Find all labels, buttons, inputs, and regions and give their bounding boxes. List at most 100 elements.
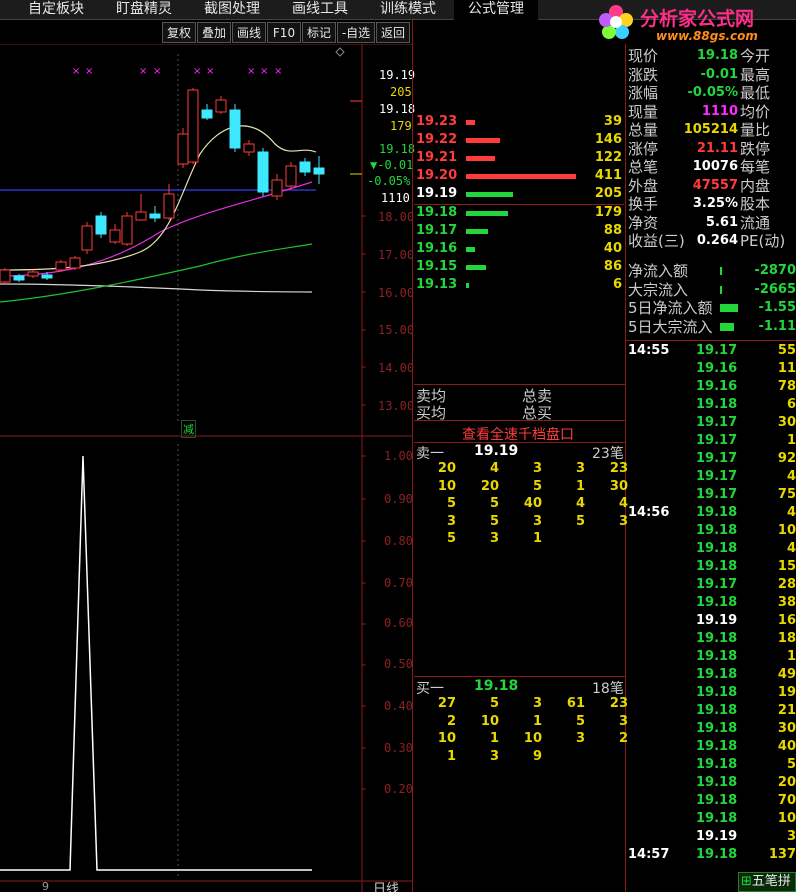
tick-row: 19.18 15 bbox=[626, 558, 796, 576]
tick-row: 19.18 6 bbox=[626, 396, 796, 414]
five-tick-label: 五笔拼 bbox=[751, 874, 791, 889]
overlay-button[interactable]: 叠加 bbox=[197, 22, 231, 43]
svg-text:×: × bbox=[260, 66, 268, 77]
ask-row: 19.23 39 bbox=[414, 114, 624, 132]
menu-screenshot[interactable]: 截图处理 bbox=[190, 0, 274, 20]
period-label[interactable]: 日线 bbox=[373, 878, 399, 892]
tick-volume: 10 bbox=[777, 811, 796, 826]
info-label: 涨幅 bbox=[628, 84, 659, 102]
svg-text:×: × bbox=[85, 66, 93, 77]
ask-row: 19.20 411 bbox=[414, 168, 624, 186]
overlay-vol-2: 179 bbox=[390, 119, 412, 133]
divider bbox=[412, 20, 413, 892]
queue-cell: 1 bbox=[532, 713, 542, 729]
flow-label: 净流入额 bbox=[628, 262, 689, 280]
ask-volume: 122 bbox=[594, 150, 622, 165]
tick-volume: 30 bbox=[777, 415, 796, 430]
bid-price: 19.16 bbox=[416, 241, 458, 256]
overlay-current-vol: 1110 bbox=[381, 191, 410, 205]
info-value: 105214 bbox=[683, 122, 738, 137]
info-value: 1110 bbox=[701, 103, 738, 119]
back-button[interactable]: 返回 bbox=[376, 22, 410, 43]
flow-value: -2870 bbox=[754, 263, 796, 278]
candle-body bbox=[313, 167, 325, 175]
menu-watch-sprite[interactable]: 盯盘精灵 bbox=[102, 0, 186, 20]
info-label: 每笔 bbox=[740, 158, 771, 176]
overlay-price-3: 19.18 bbox=[379, 142, 416, 156]
tick-row: 19.18 4 bbox=[626, 540, 796, 558]
flow-bar bbox=[720, 285, 722, 294]
queue-cell: 1 bbox=[446, 748, 456, 764]
remove-watchlist-button[interactable]: -自选 bbox=[337, 22, 375, 43]
menu-formula-manager[interactable]: 公式管理 bbox=[454, 0, 538, 20]
price-axis-15: 15.00 bbox=[378, 323, 415, 337]
sub-axis-2: 0.90 bbox=[384, 492, 413, 506]
svg-text:×: × bbox=[247, 66, 255, 77]
queue-cell: 30 bbox=[609, 478, 628, 494]
indicator-line bbox=[0, 455, 312, 871]
watermark-logo: 分析家公式网 www.88gs.com bbox=[596, 2, 796, 44]
sub-axis-1: 1.00 bbox=[384, 449, 413, 463]
queue-cell: 3 bbox=[489, 531, 499, 546]
info-value: 5.61 bbox=[705, 214, 738, 230]
candle-body bbox=[229, 109, 241, 149]
info-value: 47557 bbox=[692, 177, 738, 193]
bid-volume-bar bbox=[466, 283, 469, 288]
candle-body bbox=[41, 274, 53, 279]
kline-chart[interactable]: × × × × × × × × × bbox=[0, 44, 412, 892]
bid-volume-bar bbox=[466, 265, 486, 270]
bid-price: 19.18 bbox=[416, 205, 458, 220]
tick-volume: 75 bbox=[777, 487, 796, 502]
queue-cell: 5 bbox=[489, 513, 499, 529]
info-label: 涨停 bbox=[628, 139, 659, 158]
candle-body bbox=[149, 213, 161, 219]
candle-body bbox=[109, 229, 121, 243]
flower-logo-icon bbox=[599, 5, 633, 39]
tick-volume: 70 bbox=[777, 793, 796, 808]
price-axis-13: 13.00 bbox=[378, 399, 415, 413]
info-label: 今开 bbox=[740, 47, 771, 65]
info-label: 总笔 bbox=[628, 158, 659, 176]
tick-price: 19.17 bbox=[696, 415, 738, 430]
info-value: 19.18 bbox=[696, 48, 738, 63]
queue-cell: 4 bbox=[575, 496, 585, 511]
tick-row: 14:56 19.18 4 bbox=[626, 504, 796, 522]
overlay-change-pct: -0.05% bbox=[367, 174, 411, 188]
ask-volume: 411 bbox=[594, 168, 622, 183]
info-label: 外盘 bbox=[628, 176, 659, 195]
info-label: 量比 bbox=[740, 121, 771, 139]
candle-body bbox=[177, 133, 189, 165]
tick-price: 19.18 bbox=[696, 541, 738, 556]
sub-axis-7: 0.40 bbox=[384, 699, 413, 713]
mark-button[interactable]: 标记 bbox=[302, 22, 336, 43]
menu-custom-sector[interactable]: 自定板块 bbox=[14, 0, 98, 20]
sub-axis-9: 0.20 bbox=[384, 782, 413, 796]
queue-cell: 3 bbox=[532, 461, 542, 476]
tick-price: 19.18 bbox=[696, 649, 738, 664]
tick-volume: 6 bbox=[786, 397, 796, 412]
menu-drawing-tools[interactable]: 画线工具 bbox=[278, 0, 362, 20]
bid-volume-bar bbox=[466, 247, 475, 252]
f10-button[interactable]: F10 bbox=[267, 22, 301, 43]
ask-volume-bar bbox=[466, 174, 576, 179]
restore-rights-button[interactable]: 复权 bbox=[162, 22, 196, 43]
five-tick-button[interactable]: ⊞五笔拼 bbox=[738, 872, 796, 892]
tick-price: 19.18 bbox=[696, 667, 738, 682]
full-depth-link[interactable]: 查看全速千档盘口 bbox=[462, 424, 574, 444]
price-axis-14: 14.00 bbox=[378, 361, 415, 375]
ask-price: 19.20 bbox=[416, 168, 458, 183]
bid-volume-bar bbox=[466, 211, 508, 216]
flow-value: -1.55 bbox=[758, 300, 796, 315]
tick-volume: 30 bbox=[777, 721, 796, 736]
bid-row: 19.18 179 bbox=[414, 205, 624, 223]
overlay-change: ▼-0.01 bbox=[370, 158, 414, 172]
menu-training-mode[interactable]: 训练模式 bbox=[366, 0, 450, 20]
bid-row: 19.15 86 bbox=[414, 259, 624, 277]
quote-info-panel: 现价 19.18 今开 涨跌 -0.01 最高 涨幅 -0.05% 最低 现量 1110 均价 总量 10… bbox=[626, 44, 796, 340]
sub-axis-3: 0.80 bbox=[384, 534, 413, 548]
queue-cell: 1 bbox=[532, 531, 542, 546]
tick-row: 19.19 16 bbox=[626, 612, 796, 630]
info-label: 换手 bbox=[628, 195, 659, 213]
draw-line-button[interactable]: 画线 bbox=[232, 22, 266, 43]
tick-volume: 3 bbox=[786, 829, 796, 844]
